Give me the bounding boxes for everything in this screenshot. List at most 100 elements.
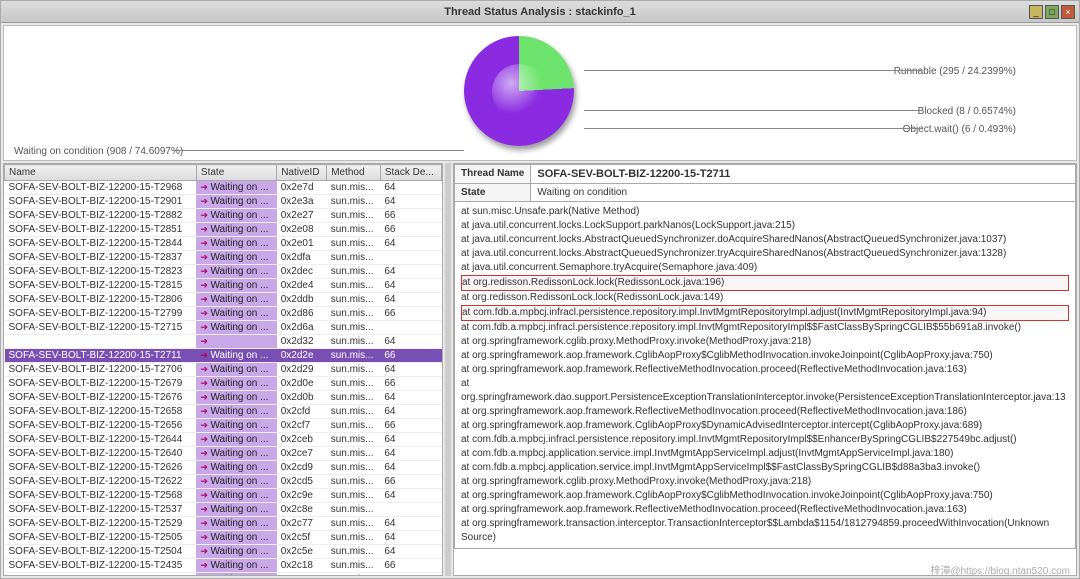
table-cell: 64 — [380, 447, 441, 461]
stack-frame: at org.springframework.cglib.proxy.Metho… — [461, 335, 1069, 349]
table-cell: Waiting on ... — [196, 405, 276, 419]
table-cell: SOFA-SEV-BOLT-BIZ-12200-15-T2679 — [5, 377, 197, 391]
thread-status-pie[interactable] — [464, 36, 574, 146]
thread-table[interactable]: NameStateNativeIDMethodStack De... SOFA-… — [4, 164, 442, 576]
table-row[interactable]: SOFA-SEV-BOLT-BIZ-12200-15-T2622Waiting … — [5, 475, 442, 489]
table-row[interactable]: SOFA-SEV-BOLT-BIZ-12200-15-T2806Waiting … — [5, 293, 442, 307]
table-row[interactable]: SOFA-SEV-BOLT-BIZ-12200-15-T2529Waiting … — [5, 517, 442, 531]
table-row[interactable]: SOFA-SEV-BOLT-BIZ-12200-15-T2968Waiting … — [5, 181, 442, 195]
table-row[interactable]: SOFA-SEV-BOLT-BIZ-12200-15-T2658Waiting … — [5, 405, 442, 419]
table-cell: sun.mis... — [327, 503, 381, 517]
table-row[interactable]: SOFA-SEV-BOLT-BIZ-12200-15-T2656Waiting … — [5, 419, 442, 433]
table-row[interactable]: SOFA-SEV-BOLT-BIZ-12200-15-T2815Waiting … — [5, 279, 442, 293]
table-cell: sun.mis... — [327, 559, 381, 573]
stack-frame: at org.springframework.aop.framework.Ref… — [461, 405, 1069, 419]
table-cell: 0x2c5e — [277, 545, 327, 559]
table-row[interactable]: SOFA-SEV-BOLT-BIZ-12200-15-T2626Waiting … — [5, 461, 442, 475]
table-row[interactable]: SOFA-SEV-BOLT-BIZ-12200-15-T2706Waiting … — [5, 363, 442, 377]
table-cell: Waiting on ... — [196, 349, 276, 363]
table-cell: Waiting on ... — [196, 545, 276, 559]
table-row[interactable]: SOFA-SEV-BOLT-BIZ-12200-15-T2882Waiting … — [5, 209, 442, 223]
table-row[interactable]: SOFA-SEV-BOLT-BIZ-12200-15-T2420Waiting … — [5, 573, 442, 577]
table-cell: 0x2c18 — [277, 559, 327, 573]
table-row[interactable]: SOFA-SEV-BOLT-BIZ-12200-15-T2844Waiting … — [5, 237, 442, 251]
table-cell: Waiting on ... — [196, 391, 276, 405]
table-row[interactable]: SOFA-SEV-BOLT-BIZ-12200-15-T2644Waiting … — [5, 433, 442, 447]
table-row[interactable]: SOFA-SEV-BOLT-BIZ-12200-15-T2676Waiting … — [5, 391, 442, 405]
table-cell: 0x2c77 — [277, 517, 327, 531]
title-bar[interactable]: Thread Status Analysis : stackinfo_1 _ □… — [1, 1, 1079, 23]
table-row[interactable]: SOFA-SEV-BOLT-BIZ-12200-15-T2711Waiting … — [5, 349, 442, 363]
table-row[interactable]: SOFA-SEV-BOLT-BIZ-12200-15-T2901Waiting … — [5, 195, 442, 209]
table-cell: SOFA-SEV-BOLT-BIZ-12200-15-T2882 — [5, 209, 197, 223]
table-cell: Waiting on ... — [196, 321, 276, 335]
table-cell: 0x2c9e — [277, 489, 327, 503]
stack-trace[interactable]: at sun.misc.Unsafe.park(Native Method)at… — [461, 205, 1069, 545]
column-header[interactable]: Name — [5, 165, 197, 181]
table-cell: 0x2d29 — [277, 363, 327, 377]
table-row[interactable]: SOFA-SEV-BOLT-BIZ-12200-15-T2837Waiting … — [5, 251, 442, 265]
table-cell: Waiting on ... — [196, 363, 276, 377]
table-cell: 0x2ceb — [277, 433, 327, 447]
table-cell — [380, 251, 441, 265]
table-cell: Waiting on ... — [196, 461, 276, 475]
table-cell: 64 — [380, 391, 441, 405]
maximize-button[interactable]: □ — [1045, 5, 1059, 19]
column-header[interactable]: NativeID — [277, 165, 327, 181]
table-cell: SOFA-SEV-BOLT-BIZ-12200-15-T2504 — [5, 545, 197, 559]
table-cell: SOFA-SEV-BOLT-BIZ-12200-15-T2851 — [5, 223, 197, 237]
stack-frame: org.springframework.dao.support.Persiste… — [461, 391, 1069, 405]
table-row[interactable]: SOFA-SEV-BOLT-BIZ-12200-15-T2537Waiting … — [5, 503, 442, 517]
window-title: Thread Status Analysis : stackinfo_1 — [1, 6, 1079, 18]
table-row[interactable]: SOFA-SEV-BOLT-BIZ-12200-15-T2504Waiting … — [5, 545, 442, 559]
table-row[interactable]: SOFA-SEV-BOLT-BIZ-12200-15-T2505Waiting … — [5, 531, 442, 545]
table-cell: Waiting on ... — [196, 489, 276, 503]
table-cell: Waiting on ... — [196, 181, 276, 195]
table-row[interactable]: SOFA-SEV-BOLT-BIZ-12200-15-T2568Waiting … — [5, 489, 442, 503]
table-cell: 0x2e01 — [277, 237, 327, 251]
legend-blocked: Blocked (8 / 0.6574%) — [918, 106, 1016, 117]
minimize-button[interactable]: _ — [1029, 5, 1043, 19]
table-row[interactable]: SOFA-SEV-BOLT-BIZ-12200-15-T2715Waiting … — [5, 321, 442, 335]
table-cell: 64 — [380, 195, 441, 209]
table-cell: sun.mis... — [327, 279, 381, 293]
table-row[interactable]: 0x2d32sun.mis...64 — [5, 335, 442, 349]
table-cell: Waiting on ... — [196, 433, 276, 447]
close-button[interactable]: × — [1061, 5, 1075, 19]
table-cell: 0x2c09 — [277, 573, 327, 577]
stack-frame: at com.fdb.a.mpbcj.application.service.i… — [461, 447, 1069, 461]
table-cell: sun.mis... — [327, 545, 381, 559]
table-row[interactable]: SOFA-SEV-BOLT-BIZ-12200-15-T2679Waiting … — [5, 377, 442, 391]
table-cell: 64 — [380, 293, 441, 307]
table-cell: sun.mis... — [327, 489, 381, 503]
stack-frame: at com.fdb.a.mpbcj.infracl.persistence.r… — [461, 305, 1069, 321]
table-row[interactable]: SOFA-SEV-BOLT-BIZ-12200-15-T2851Waiting … — [5, 223, 442, 237]
column-header[interactable]: Stack De... — [380, 165, 441, 181]
table-cell: 64 — [380, 573, 441, 577]
column-header[interactable]: Method — [327, 165, 381, 181]
table-cell: SOFA-SEV-BOLT-BIZ-12200-15-T2837 — [5, 251, 197, 265]
table-row[interactable]: SOFA-SEV-BOLT-BIZ-12200-15-T2435Waiting … — [5, 559, 442, 573]
table-row[interactable]: SOFA-SEV-BOLT-BIZ-12200-15-T2823Waiting … — [5, 265, 442, 279]
detail-key-state: State — [455, 184, 531, 202]
table-cell: SOFA-SEV-BOLT-BIZ-12200-15-T2640 — [5, 447, 197, 461]
table-cell: SOFA-SEV-BOLT-BIZ-12200-15-T2435 — [5, 559, 197, 573]
table-cell: Waiting on ... — [196, 503, 276, 517]
table-cell: 0x2cf7 — [277, 419, 327, 433]
column-header[interactable]: State — [196, 165, 276, 181]
table-cell: 0x2cd5 — [277, 475, 327, 489]
stack-frame: at java.util.concurrent.locks.AbstractQu… — [461, 247, 1069, 261]
table-row[interactable]: SOFA-SEV-BOLT-BIZ-12200-15-T2799Waiting … — [5, 307, 442, 321]
thread-detail-panel[interactable]: Thread Name SOFA-SEV-BOLT-BIZ-12200-15-T… — [453, 163, 1077, 576]
vertical-splitter[interactable] — [445, 163, 451, 576]
thread-table-panel[interactable]: NameStateNativeIDMethodStack De... SOFA-… — [3, 163, 443, 576]
table-cell: 64 — [380, 279, 441, 293]
table-cell: 0x2d6a — [277, 321, 327, 335]
table-cell: 0x2cfd — [277, 405, 327, 419]
table-row[interactable]: SOFA-SEV-BOLT-BIZ-12200-15-T2640Waiting … — [5, 447, 442, 461]
table-cell: 0x2d0b — [277, 391, 327, 405]
table-cell: sun.mis... — [327, 391, 381, 405]
table-cell: Waiting on ... — [196, 447, 276, 461]
legend-waiting: Waiting on condition (908 / 74.6097%) — [14, 146, 183, 157]
pie-chart-panel: Waiting on condition (908 / 74.6097%) Ru… — [3, 25, 1077, 161]
